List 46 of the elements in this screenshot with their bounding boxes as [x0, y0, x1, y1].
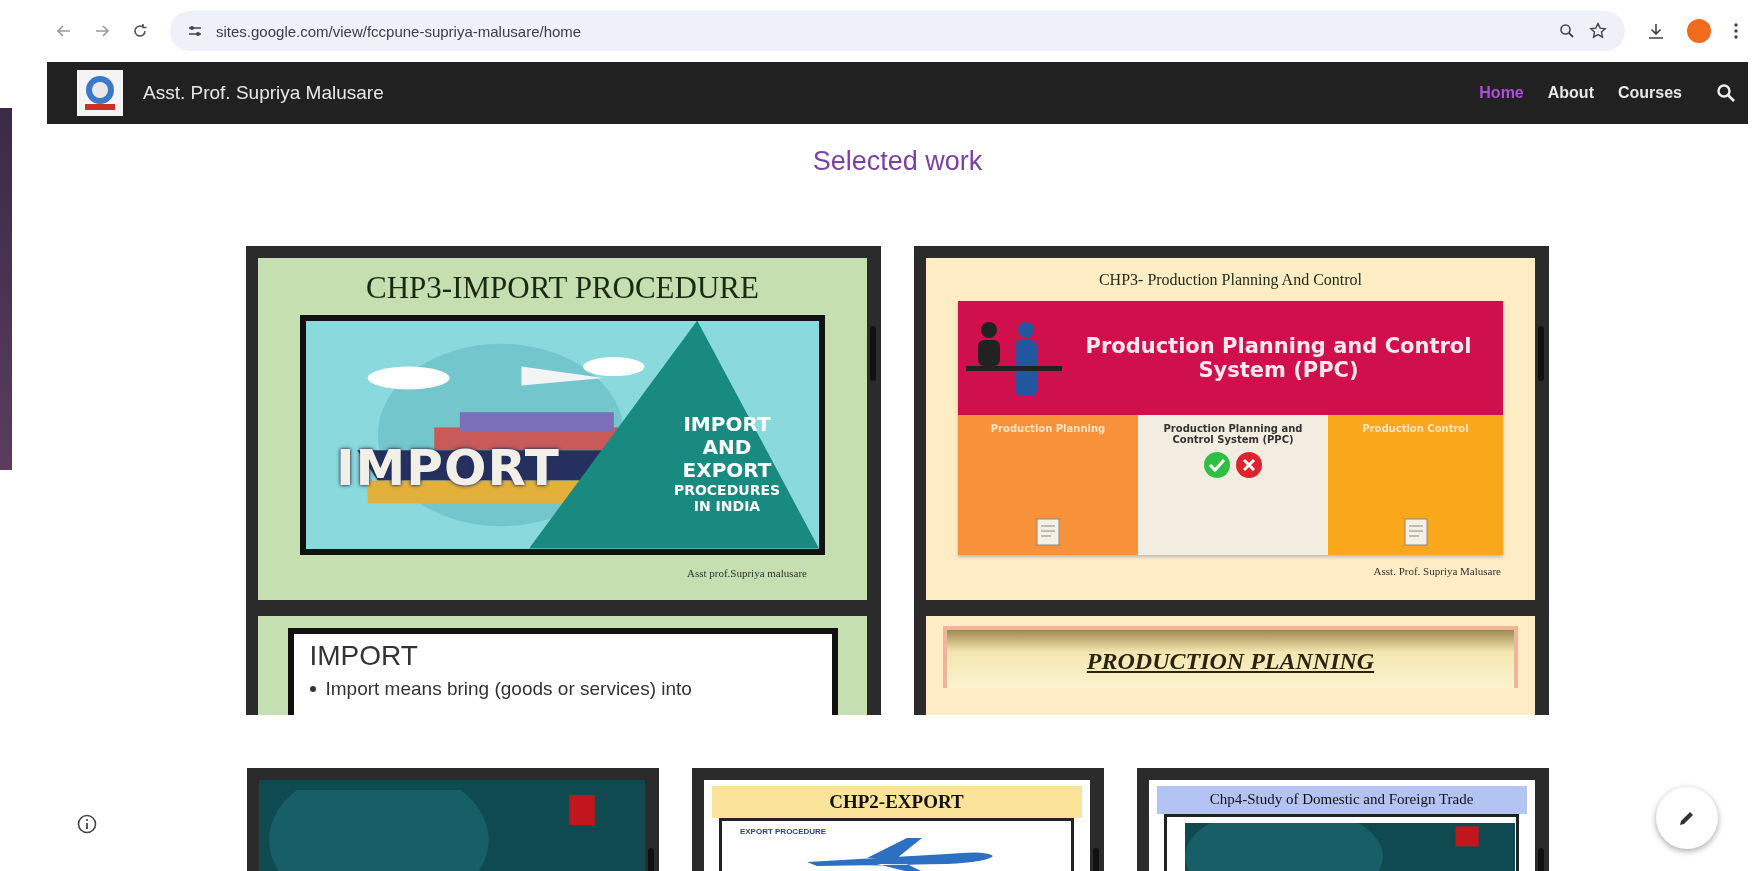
document-embed[interactable]: Chp4-Study of Domestic and Foreign Trade: [1136, 768, 1549, 871]
column-heading: Production Control: [1362, 422, 1469, 434]
banner-caption: IN INDIA: [693, 497, 761, 514]
profile-avatar[interactable]: [1687, 19, 1711, 43]
document-embed[interactable]: [914, 246, 1549, 715]
forward-icon[interactable]: [94, 23, 110, 39]
document-icon: [1401, 516, 1430, 547]
section-title: Selected work: [812, 145, 983, 178]
star-icon[interactable]: [1589, 22, 1607, 40]
slide-title: CHP3- Production Planning And Control: [1098, 272, 1363, 289]
reload-icon[interactable]: [132, 23, 148, 39]
scrollbar-thumb[interactable]: [1538, 326, 1544, 381]
slide-title: CHP2-EXPORT: [711, 786, 1082, 818]
download-icon[interactable]: [1647, 22, 1665, 40]
banner-caption: PROCEDURES: [673, 481, 781, 498]
logo-icon[interactable]: [77, 70, 123, 116]
author-name: Asst prof.Supriya malusare: [686, 566, 807, 579]
column-heading: Production Planning: [990, 422, 1106, 434]
nav-link[interactable]: Home: [1477, 80, 1526, 106]
edit-button[interactable]: [1656, 787, 1718, 849]
nav-link[interactable]: About: [1545, 80, 1596, 106]
document-icon: [1034, 516, 1062, 547]
document-embed[interactable]: CHP2-EXPORT EXPORT PROCEDURE: [691, 768, 1104, 871]
bullet-icon: [309, 686, 316, 692]
info-icon[interactable]: [76, 813, 98, 835]
author-name: Asst. Prof. Supriya Malusare: [1373, 564, 1501, 577]
slide-title: CHP3-IMPORT PROCEDURE: [366, 272, 759, 305]
slide-subtitle: EXPORT PROCEDURE: [739, 826, 827, 836]
banner-caption: IMPORT AND: [682, 412, 772, 459]
bullet-text: Import means bring (goods or services) into: [325, 678, 692, 700]
tune-icon: [188, 24, 202, 38]
banner-caption: EXPORT: [682, 458, 772, 482]
infographic-headline: Production Planning and Control System (PPC): [1084, 333, 1473, 382]
back-icon[interactable]: [56, 23, 72, 39]
column-heading: Production Planning and Control System (PPC): [1162, 422, 1304, 445]
slide-heading: IMPORT: [309, 640, 419, 672]
scrollbar-thumb[interactable]: [870, 326, 876, 381]
search-icon[interactable]: [1716, 83, 1736, 103]
menu-icon[interactable]: [1733, 22, 1739, 40]
address-bar[interactable]: sites.google.com/view/fccpune-supriya-malusare/home: [170, 11, 1625, 51]
slide-title: Chp4-Study of Domestic and Foreign Trade: [1156, 786, 1527, 814]
check-and-cross-icon: [1201, 450, 1265, 479]
zoom-icon[interactable]: [1559, 23, 1575, 39]
nav-link[interactable]: Courses: [1615, 80, 1684, 106]
slide-heading: PRODUCTION PLANNING: [1086, 648, 1375, 676]
site-title: Asst. Prof. Supriya Malusare: [143, 82, 385, 104]
